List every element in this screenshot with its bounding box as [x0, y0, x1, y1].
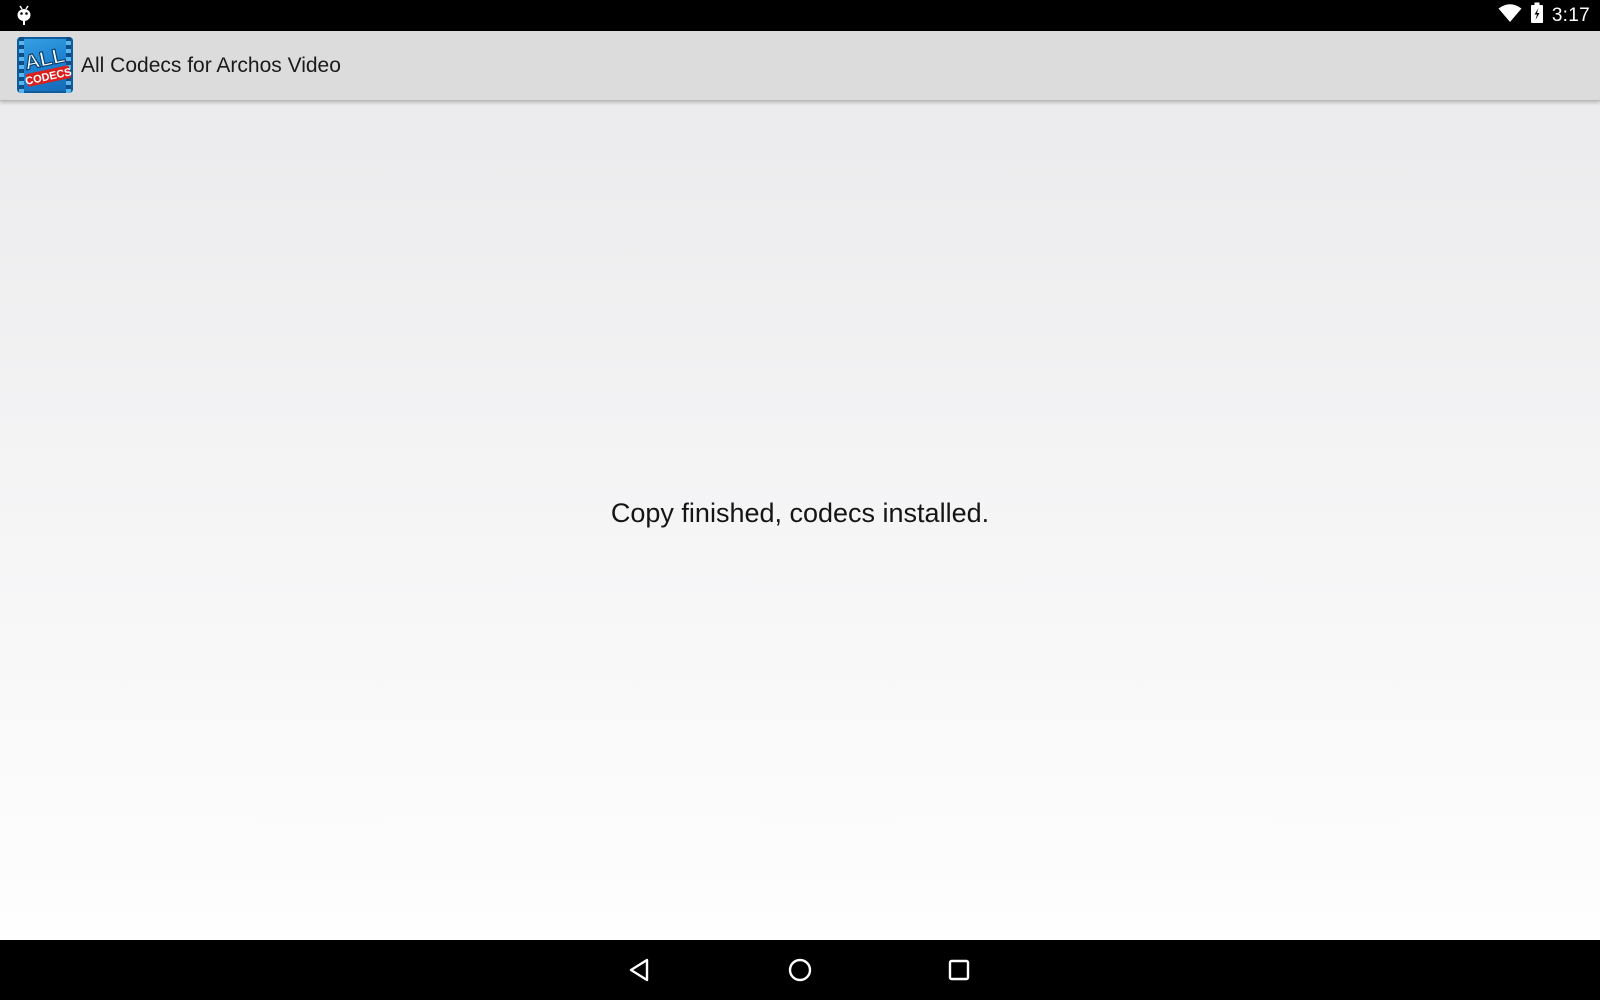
action-bar: ALL CODECS All Codecs for Archos Video: [0, 31, 1600, 101]
battery-charging-icon: [1530, 2, 1544, 29]
status-icons: 3:17: [1498, 0, 1590, 31]
app-title: All Codecs for Archos Video: [81, 54, 341, 77]
status-bar: 3:17: [0, 0, 1600, 31]
status-time: 3:17: [1551, 4, 1590, 26]
wifi-icon: [1498, 3, 1522, 28]
navigation-bar: [0, 940, 1600, 1000]
android-debug-icon: [14, 4, 34, 26]
main-content: Copy finished, codecs installed.: [0, 100, 1600, 940]
home-icon[interactable]: [780, 950, 820, 990]
status-message: Copy finished, codecs installed.: [610, 498, 990, 528]
android-screen: 3:17 ALL CODECS All Codecs for Archos Vi…: [0, 0, 1600, 1000]
recents-icon[interactable]: [939, 950, 979, 990]
back-icon[interactable]: [620, 950, 660, 990]
all-codecs-app-icon[interactable]: ALL CODECS: [17, 37, 73, 93]
